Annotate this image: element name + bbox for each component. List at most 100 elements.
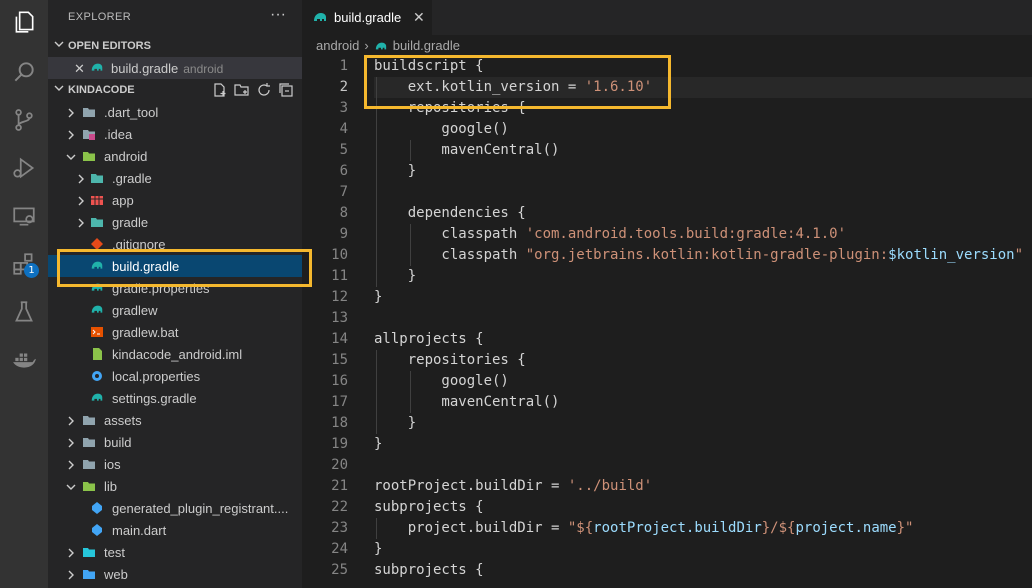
explorer-title: EXPLORER	[68, 11, 132, 23]
gradle-elephant-icon	[90, 391, 104, 405]
explorer-toolbar	[212, 82, 294, 98]
tree-folder[interactable]: assets	[48, 409, 302, 431]
gradle-folder-icon	[90, 215, 104, 229]
line-number: 21	[331, 478, 348, 494]
code-line-12: }	[374, 289, 383, 305]
chevron-right-icon[interactable]	[76, 216, 86, 231]
run-debug-icon[interactable]	[8, 152, 40, 184]
tab-close-icon[interactable]: ✕	[413, 9, 425, 26]
iml-file-icon	[90, 347, 104, 361]
tree-folder[interactable]: lib	[48, 475, 302, 497]
tree-folder[interactable]: ios	[48, 453, 302, 475]
chevron-right-icon[interactable]	[66, 128, 76, 143]
code-line-15: repositories {	[374, 352, 526, 368]
tree-file[interactable]: generated_plugin_registrant....	[48, 497, 302, 519]
tree-item-label: build	[104, 435, 132, 450]
code-line-11: }	[374, 268, 417, 284]
tree-item-label: generated_plugin_registrant....	[112, 501, 289, 516]
chevron-right-icon[interactable]	[76, 172, 86, 187]
tree-file[interactable]: gradle.properties	[48, 277, 302, 299]
line-number: 6	[339, 163, 348, 179]
line-number: 7	[339, 184, 348, 200]
tree-folder[interactable]: app	[48, 189, 302, 211]
chevron-right-icon[interactable]	[66, 458, 76, 473]
chevron-right-icon[interactable]	[66, 106, 76, 121]
tree-folder[interactable]: .dart_tool	[48, 101, 302, 123]
files-icon[interactable]	[8, 6, 40, 38]
gradle-elephant-icon	[312, 10, 328, 24]
code-editor[interactable]: 1 2 3 4 5 6 7 8 9 10 11 12 13 14 15 16 17 18 19 20 21 22 23 24 2…	[302, 56, 1032, 588]
tree-folder[interactable]: build	[48, 431, 302, 453]
docker-icon[interactable]	[8, 344, 40, 376]
explorer-sidebar: EXPLORER ··· OPEN EDITORS ✕ build.gradle…	[48, 0, 302, 588]
line-number: 5	[339, 142, 348, 158]
tree-file[interactable]: gradlew	[48, 299, 302, 321]
line-number: 13	[331, 310, 348, 326]
tree-file[interactable]: local.properties	[48, 365, 302, 387]
tree-folder[interactable]: .gradle	[48, 167, 302, 189]
breadcrumb-file[interactable]: build.gradle	[393, 38, 460, 53]
open-editor-item[interactable]: ✕ build.gradle android	[48, 57, 302, 79]
breadcrumb-folder[interactable]: android	[316, 38, 359, 53]
chevron-right-icon[interactable]	[76, 194, 86, 209]
tree-file[interactable]: gradlew.bat	[48, 321, 302, 343]
bat-file-icon	[90, 325, 104, 339]
new-file-icon[interactable]	[212, 82, 228, 98]
code-line-24: }	[374, 541, 383, 557]
refresh-icon[interactable]	[256, 82, 272, 98]
lib-folder-icon	[82, 479, 96, 493]
ios-folder-icon	[82, 457, 96, 471]
more-actions-button[interactable]: ···	[270, 6, 286, 24]
source-control-icon[interactable]	[8, 104, 40, 136]
tree-folder[interactable]: .idea	[48, 123, 302, 145]
chevron-right-icon[interactable]	[66, 568, 76, 583]
git-icon	[90, 237, 104, 251]
line-number: 23	[331, 520, 348, 536]
tree-folder[interactable]: web	[48, 563, 302, 585]
tree-folder[interactable]: gradle	[48, 211, 302, 233]
open-editors-header[interactable]: OPEN EDITORS	[48, 35, 302, 57]
line-number: 4	[339, 121, 348, 137]
tree-item-label: .gitignore	[112, 237, 166, 252]
tree-file[interactable]: build.gradle	[48, 255, 302, 277]
chevron-down-icon[interactable]	[66, 150, 76, 165]
chevron-down-icon	[54, 39, 64, 52]
folder-icon	[82, 435, 96, 449]
remote-explorer-icon[interactable]	[8, 200, 40, 232]
breadcrumb-separator: ›	[364, 38, 369, 53]
line-number: 22	[331, 499, 348, 515]
project-header[interactable]: KINDACODE	[48, 79, 302, 101]
code-line-10: classpath "org.jetbrains.kotlin:kotlin-g…	[374, 247, 1024, 263]
line-number: 9	[339, 226, 348, 242]
dart-file-icon	[90, 523, 104, 537]
tree-item-label: test	[104, 545, 125, 560]
tree-item-label: kindacode_android.iml	[112, 347, 243, 362]
open-editor-desc: android	[183, 62, 224, 76]
tree-file[interactable]: kindacode_android.iml	[48, 343, 302, 365]
line-number: 18	[331, 415, 348, 431]
chevron-right-icon[interactable]	[66, 546, 76, 561]
tree-file[interactable]: main.dart	[48, 519, 302, 541]
gradle-elephant-icon	[90, 303, 104, 317]
tab-build-gradle[interactable]: build.gradle ✕	[302, 0, 432, 35]
chevron-down-icon[interactable]	[66, 480, 76, 495]
tree-folder[interactable]: android	[48, 145, 302, 167]
chevron-right-icon[interactable]	[66, 414, 76, 429]
code-line-2: ext.kotlin_version = '1.6.10'	[374, 79, 653, 95]
tree-item-label: .dart_tool	[104, 105, 159, 120]
tree-file[interactable]: settings.gradle	[48, 387, 302, 409]
gear-icon	[90, 369, 104, 383]
tree-item-label: gradlew.bat	[112, 325, 179, 340]
new-folder-icon[interactable]	[234, 82, 250, 98]
search-icon[interactable]	[8, 56, 40, 88]
testing-icon[interactable]	[8, 296, 40, 328]
collapse-all-icon[interactable]	[278, 82, 294, 98]
close-icon[interactable]: ✕	[74, 61, 85, 77]
chevron-right-icon[interactable]	[66, 436, 76, 451]
tree-item-label: .idea	[104, 127, 133, 142]
tree-item-label: app	[112, 193, 134, 208]
tree-file[interactable]: .gitignore	[48, 233, 302, 255]
line-number: 8	[339, 205, 348, 221]
dart-file-icon	[90, 501, 104, 515]
tree-folder[interactable]: test	[48, 541, 302, 563]
